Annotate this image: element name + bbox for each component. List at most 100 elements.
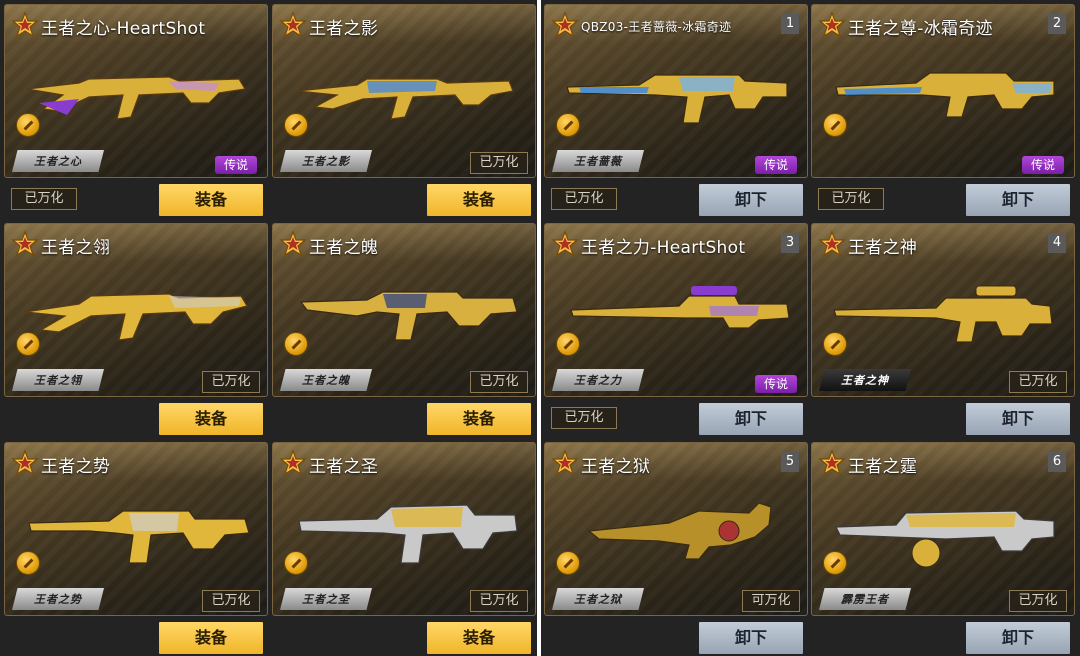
gold-coin-icon [284, 332, 308, 356]
transform-status: 已万化 [470, 590, 528, 612]
card-footer: 装备 [4, 397, 268, 438]
weapon-card-body[interactable]: 王者之心-HeartShot 王者之心 传说 [4, 4, 268, 178]
weapon-title: 王者之翎 [41, 238, 111, 258]
card-footer: 已万化 装备 [4, 178, 268, 219]
gold-coin-icon [823, 332, 847, 356]
equip-button[interactable]: 装备 [159, 622, 263, 654]
weapon-card[interactable]: 王者之尊-冰霜奇迹 2 传说 已万化 卸下 [811, 4, 1075, 219]
weapon-card-body[interactable]: 王者之圣 王者之圣 已万化 [272, 442, 536, 616]
weapon-card-body[interactable]: 王者之魄 王者之魄 已万化 [272, 223, 536, 397]
card-footer: 装备 [272, 397, 536, 438]
weapon-card-body[interactable]: 王者之神 4 王者之神 已万化 [811, 223, 1075, 397]
gold-coin-icon [284, 113, 308, 137]
weapon-name-plate: 王者之影 [280, 150, 372, 172]
weapon-card-body[interactable]: 王者之影 王者之影 已万化 [272, 4, 536, 178]
card-footer: 已万化 卸下 [544, 178, 808, 219]
weapon-title: 王者之霆 [848, 457, 918, 477]
weapon-title: 王者之神 [848, 238, 918, 258]
gold-coin-icon [556, 332, 580, 356]
card-footer: 装备 [272, 616, 536, 656]
rifle-image [28, 510, 250, 564]
rifle-image [566, 74, 788, 124]
crown-star-icon [551, 449, 579, 476]
legendary-badge: 传说 [1022, 156, 1064, 174]
legendary-badge: 传说 [755, 156, 797, 174]
weapon-card-body[interactable]: 王者之势 王者之势 已万化 [4, 442, 268, 616]
weapon-card[interactable]: 王者之狱 5 王者之狱 可万化 卸下 [544, 442, 808, 656]
slot-number: 6 [1048, 452, 1066, 472]
legendary-badge: 传说 [755, 375, 797, 393]
weapon-title: 王者之尊-冰霜奇迹 [848, 19, 993, 39]
equip-button[interactable]: 装备 [427, 622, 531, 654]
crown-star-icon [818, 230, 846, 257]
weapon-name-plate: 王者之狱 [552, 588, 644, 610]
rifle-image [24, 293, 248, 341]
weapon-name-plate: 霹雳王者 [819, 588, 911, 610]
weapon-card-body[interactable]: QBZ03-王者蔷薇-冰霜奇迹 1 王者蔷薇 传说 [544, 4, 808, 178]
unequip-button[interactable]: 卸下 [966, 403, 1070, 435]
weapon-name-plate: 王者之翎 [12, 369, 104, 391]
weapon-card-body[interactable]: 王者之翎 王者之翎 已万化 [4, 223, 268, 397]
weapon-card-body[interactable]: 王者之尊-冰霜奇迹 2 传说 [811, 4, 1075, 178]
gold-coin-icon [284, 551, 308, 575]
weapon-card-body[interactable]: 王者之狱 5 王者之狱 可万化 [544, 442, 808, 616]
equip-button[interactable]: 装备 [427, 184, 531, 216]
weapon-name-plate: 王者之圣 [280, 588, 372, 610]
transform-status: 已万化 [202, 590, 260, 612]
unequip-button[interactable]: 卸下 [966, 184, 1070, 216]
weapon-card[interactable]: 王者之心-HeartShot 王者之心 传说 已万化 装备 [4, 4, 268, 219]
weapon-card[interactable]: 王者之神 4 王者之神 已万化 卸下 [811, 223, 1075, 438]
weapon-card[interactable]: 王者之翎 王者之翎 已万化 装备 [4, 223, 268, 438]
rifle-image [26, 76, 246, 120]
weapon-card-body[interactable]: 王者之力-HeartShot 3 王者之力 传说 [544, 223, 808, 397]
gold-coin-icon [556, 113, 580, 137]
slot-number: 3 [781, 233, 799, 253]
weapon-panel-right: QBZ03-王者蔷薇-冰霜奇迹 1 王者蔷薇 传说 已万化 卸下 王者之尊-冰霜… [541, 0, 1080, 656]
weapon-card[interactable]: QBZ03-王者蔷薇-冰霜奇迹 1 王者蔷薇 传说 已万化 卸下 [544, 4, 808, 219]
weapon-title: 王者之魄 [309, 238, 379, 258]
rifle-image [570, 286, 790, 329]
gold-coin-icon [16, 551, 40, 575]
crown-star-icon [551, 230, 579, 257]
slot-number: 1 [781, 14, 799, 34]
card-footer: 已万化 卸下 [811, 178, 1075, 219]
rifle-image [835, 72, 1055, 118]
equip-button[interactable]: 装备 [159, 184, 263, 216]
card-footer: 装备 [4, 616, 268, 656]
weapon-card[interactable]: 王者之圣 王者之圣 已万化 装备 [272, 442, 536, 656]
unequip-button[interactable]: 卸下 [699, 622, 803, 654]
transform-status: 已万化 [1009, 371, 1067, 393]
transform-status: 已万化 [470, 152, 528, 174]
transform-status: 已万化 [551, 188, 617, 210]
crown-star-icon [11, 11, 39, 38]
rifle-image [835, 510, 1055, 568]
gold-coin-icon [16, 332, 40, 356]
gold-coin-icon [556, 551, 580, 575]
weapon-title: 王者之力-HeartShot [581, 238, 746, 258]
weapon-card[interactable]: 王者之力-HeartShot 3 王者之力 传说 已万化 卸下 [544, 223, 808, 438]
slot-number: 5 [781, 452, 799, 472]
weapon-card[interactable]: 王者之势 王者之势 已万化 装备 [4, 442, 268, 656]
weapon-name-plate: 王者之力 [552, 369, 644, 391]
equip-button[interactable]: 装备 [427, 403, 531, 435]
rifle-image [587, 502, 772, 560]
rifle-image [833, 285, 1053, 343]
weapon-card[interactable]: 王者之影 王者之影 已万化 装备 [272, 4, 536, 219]
gold-coin-icon [823, 113, 847, 137]
crown-star-icon [551, 11, 579, 38]
weapon-title: QBZ03-王者蔷薇-冰霜奇迹 [581, 20, 732, 34]
crown-star-icon [818, 449, 846, 476]
equip-button[interactable]: 装备 [159, 403, 263, 435]
legendary-badge: 传说 [215, 156, 257, 174]
unequip-button[interactable]: 卸下 [699, 184, 803, 216]
weapon-card[interactable]: 王者之魄 王者之魄 已万化 装备 [272, 223, 536, 438]
weapon-name-plate: 王者之魄 [280, 369, 372, 391]
unequip-button[interactable]: 卸下 [699, 403, 803, 435]
weapon-card-body[interactable]: 王者之霆 6 霹雳王者 已万化 [811, 442, 1075, 616]
weapon-panel-left: 王者之心-HeartShot 王者之心 传说 已万化 装备 王者之影 王者之影 … [0, 0, 537, 656]
weapon-title: 王者之心-HeartShot [41, 19, 206, 39]
unequip-button[interactable]: 卸下 [966, 622, 1070, 654]
gold-coin-icon [16, 113, 40, 137]
weapon-title: 王者之圣 [309, 457, 379, 477]
weapon-card[interactable]: 王者之霆 6 霹雳王者 已万化 卸下 [811, 442, 1075, 656]
